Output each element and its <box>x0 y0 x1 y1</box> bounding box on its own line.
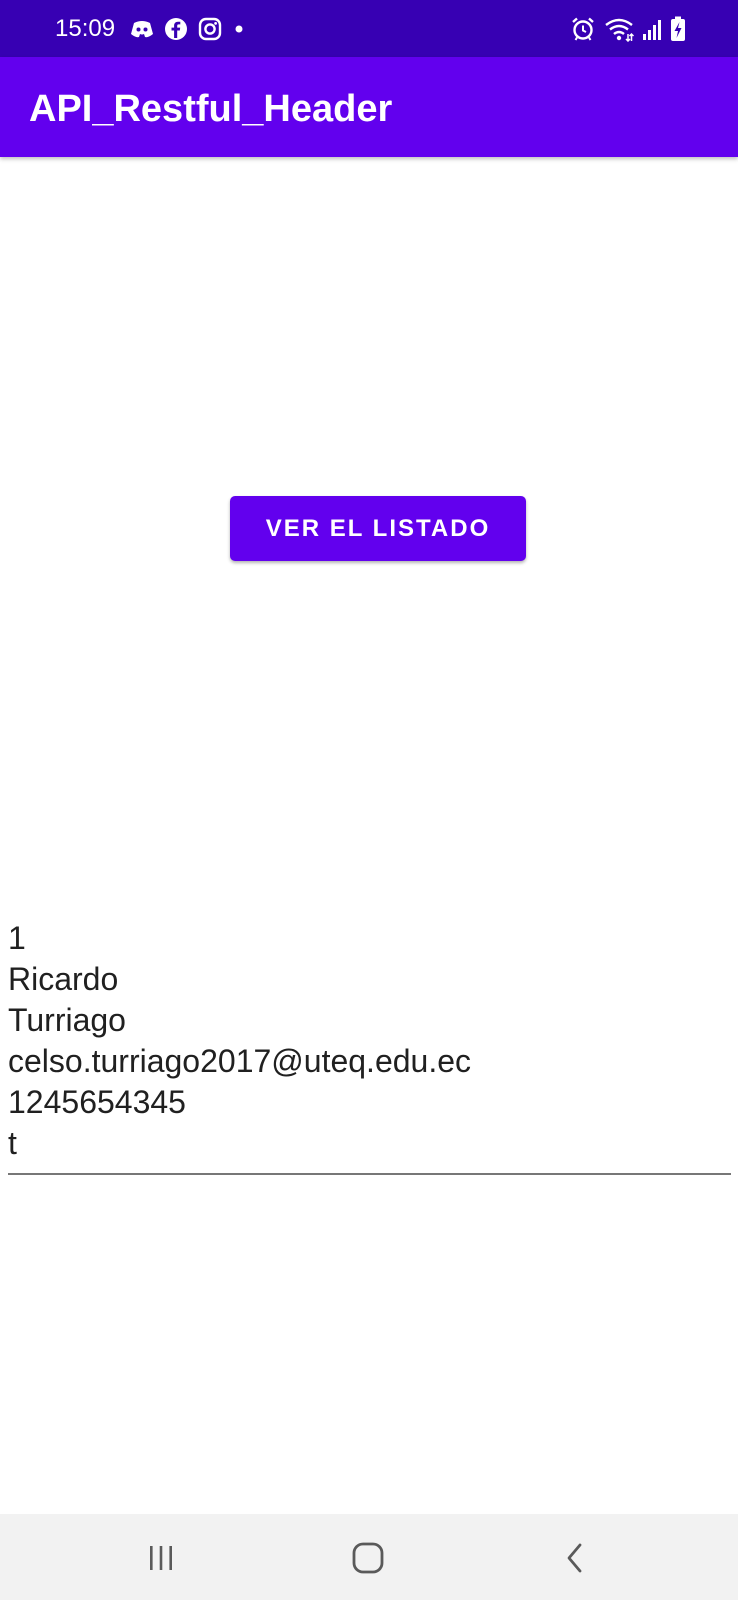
instagram-icon <box>198 17 222 41</box>
result-divider <box>8 1173 731 1175</box>
wifi-icon <box>605 18 634 42</box>
notification-dot-icon <box>235 25 243 33</box>
back-button[interactable] <box>553 1536 597 1580</box>
navigation-bar <box>0 1514 738 1600</box>
result-last-name: Turriago <box>8 1002 126 1038</box>
battery-charging-icon <box>671 16 685 41</box>
signal-icon <box>643 20 661 40</box>
recent-apps-icon <box>150 1546 172 1570</box>
home-icon <box>352 1542 384 1574</box>
alarm-icon <box>572 17 594 41</box>
status-bar: 15:09 <box>0 0 738 57</box>
status-time: 15:09 <box>55 15 116 42</box>
result-phone: 1245654345 <box>8 1084 186 1120</box>
home-button[interactable] <box>346 1536 390 1580</box>
app-title: API_Restful_Header <box>29 88 393 130</box>
status-right-icons <box>570 15 686 43</box>
result-first-name: Ricardo <box>8 961 119 997</box>
result-list: 1 Ricardo Turriago celso.turriago2017@ut… <box>8 918 730 1164</box>
discord-icon <box>131 21 153 38</box>
result-id: 1 <box>8 920 26 956</box>
status-left-icons <box>130 16 246 42</box>
recent-apps-button[interactable] <box>139 1536 183 1580</box>
back-icon <box>567 1543 582 1573</box>
result-email: celso.turriago2017@uteq.edu.ec <box>8 1043 472 1079</box>
result-extra: t <box>8 1125 17 1161</box>
facebook-icon <box>165 18 187 40</box>
ver-listado-button[interactable]: VER EL LISTADO <box>230 496 526 561</box>
app-bar: API_Restful_Header <box>0 57 738 157</box>
